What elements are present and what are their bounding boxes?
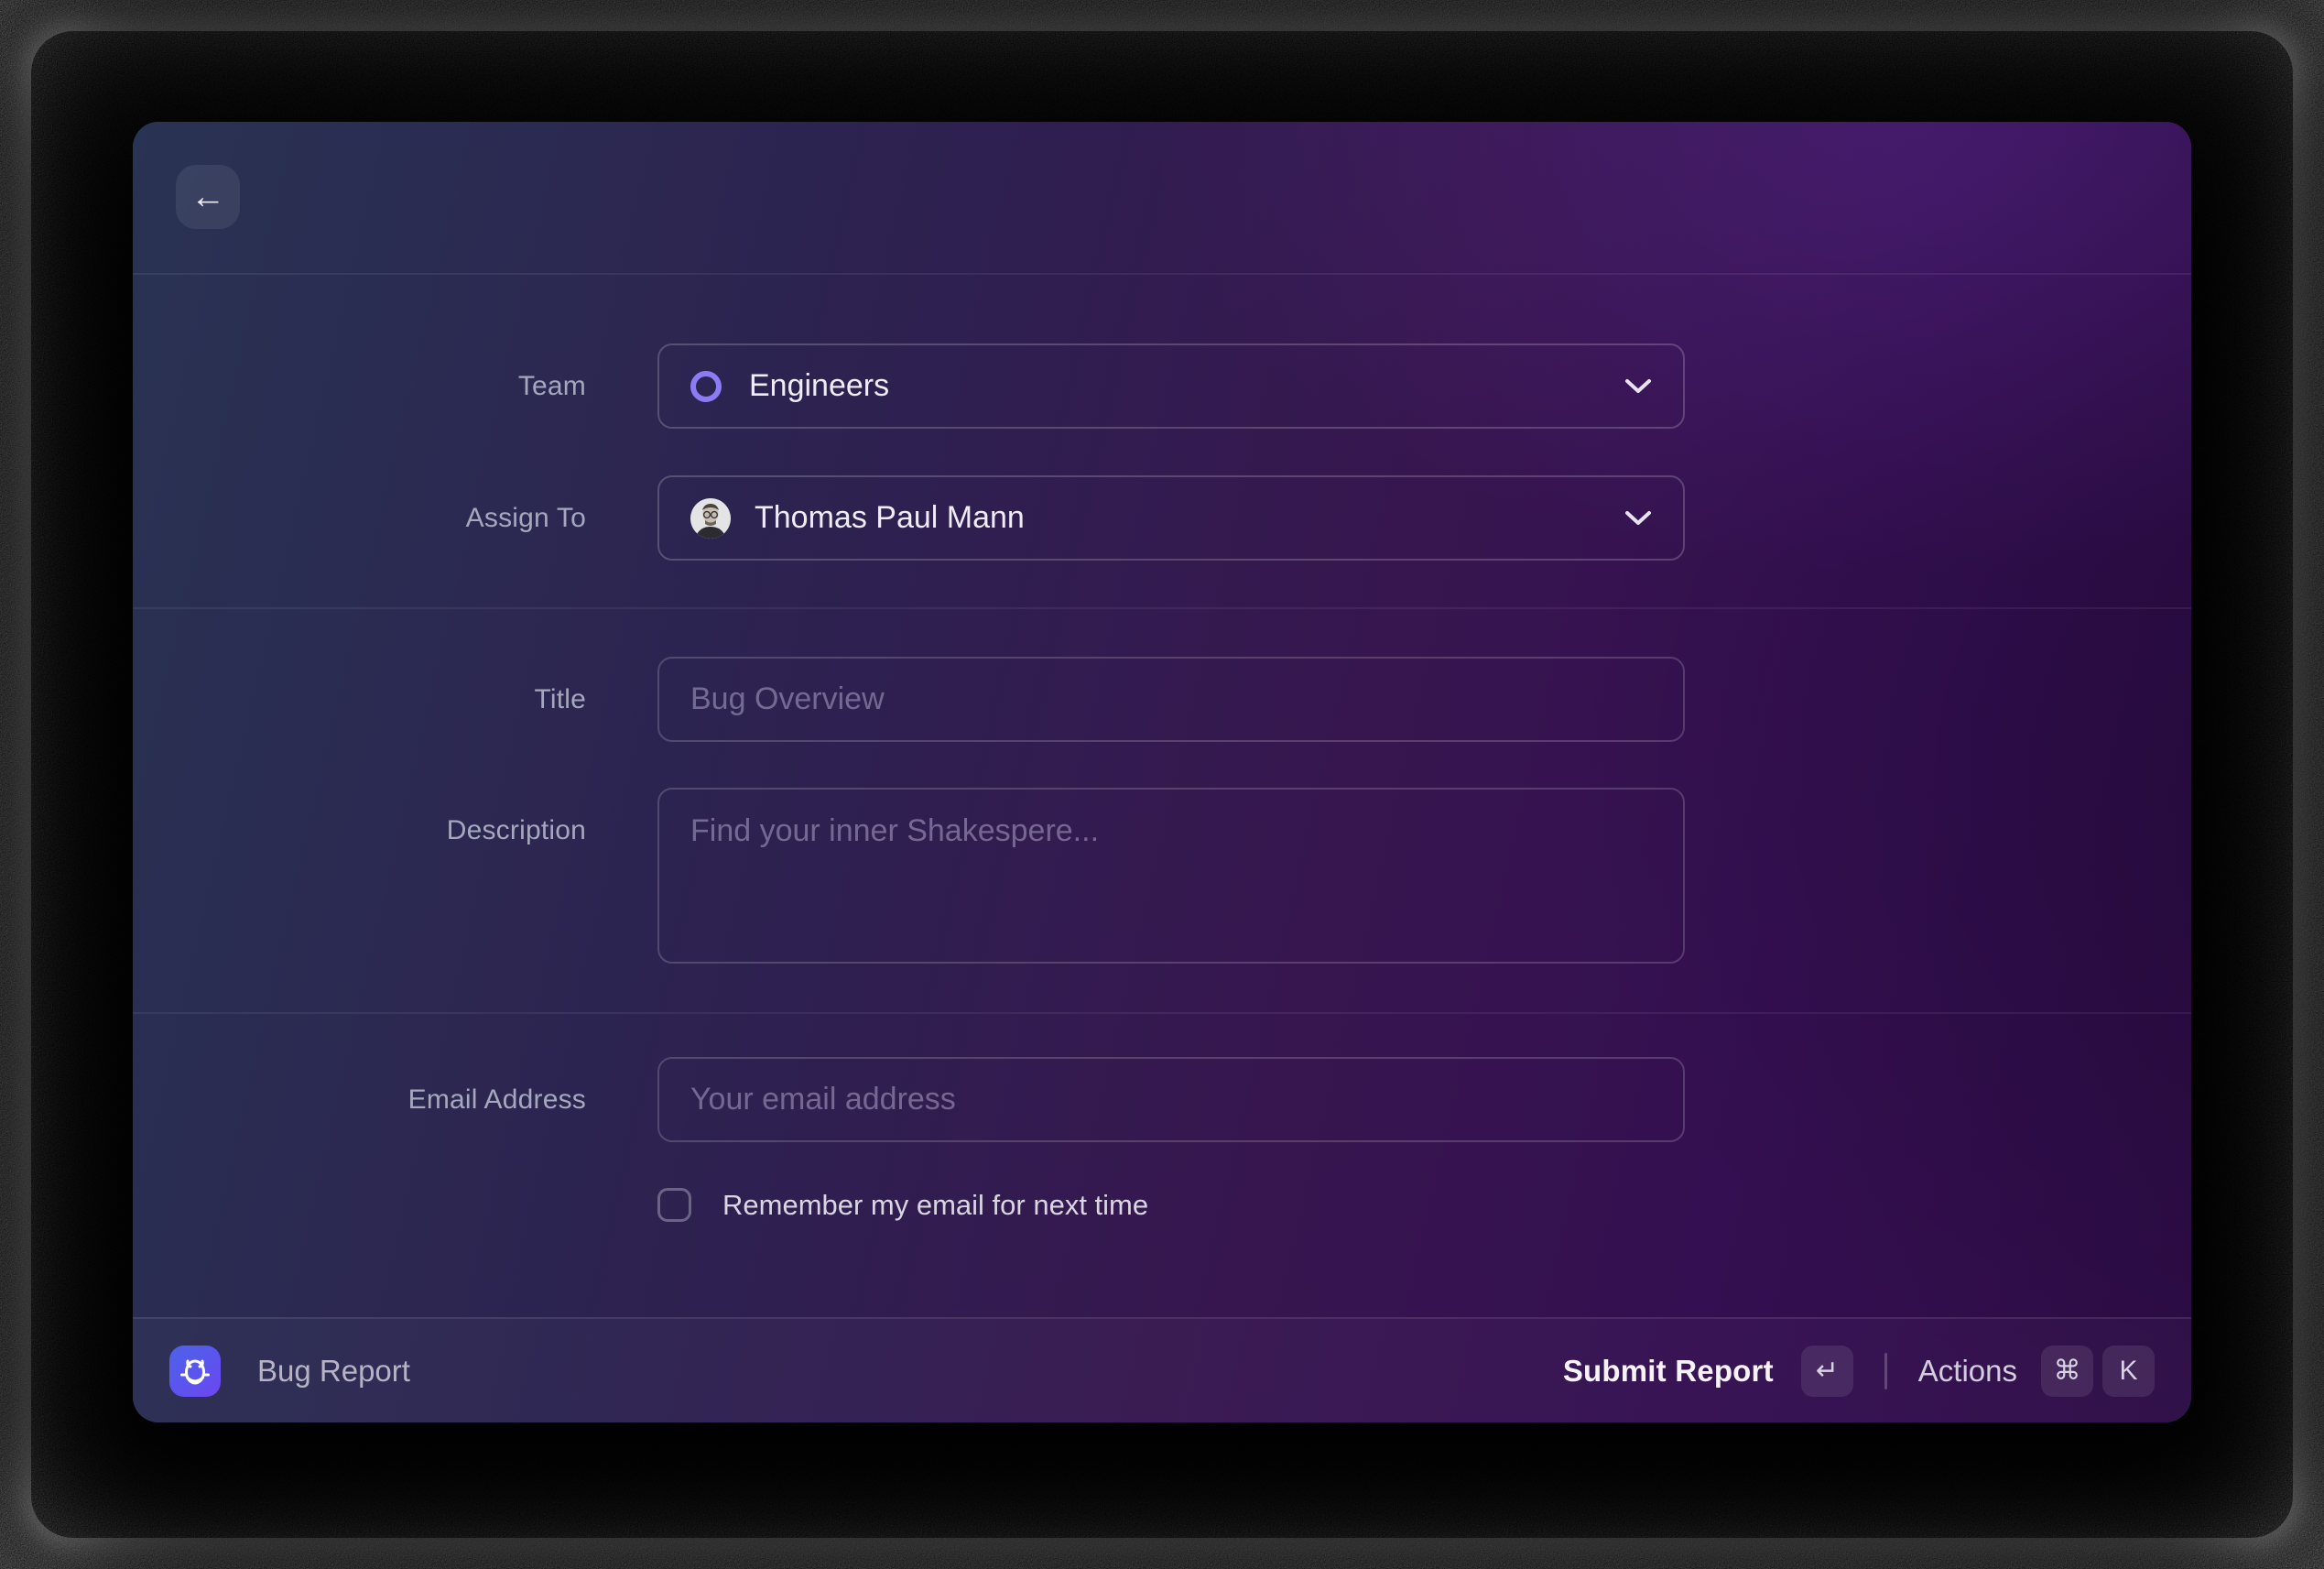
- bug-report-window: ← Team Engineers Assign To: [133, 122, 2191, 1422]
- title-label: Title: [133, 684, 586, 715]
- team-circle-icon: [690, 371, 722, 402]
- window-header: ←: [133, 122, 2191, 275]
- actions-label: Actions: [1918, 1354, 2017, 1389]
- canvas: ← Team Engineers Assign To: [0, 0, 2324, 1569]
- description-label: Description: [133, 788, 586, 846]
- team-row: Team Engineers: [133, 343, 2191, 429]
- remember-row: Remember my email for next time: [133, 1188, 2191, 1222]
- description-textarea[interactable]: [657, 788, 1685, 964]
- team-select[interactable]: Engineers: [657, 343, 1685, 429]
- actions-button[interactable]: Actions ⌘ K: [1918, 1346, 2155, 1397]
- assign-to-value: Thomas Paul Mann: [755, 500, 1025, 536]
- back-button[interactable]: ←: [176, 165, 240, 229]
- footer-divider: [1884, 1353, 1887, 1389]
- avatar: [690, 498, 731, 539]
- bug-icon: [177, 1353, 213, 1389]
- chevron-down-icon: [1624, 509, 1652, 528]
- enter-key-icon: ↵: [1801, 1346, 1853, 1397]
- command-name: Bug Report: [257, 1354, 410, 1389]
- assign-to-label: Assign To: [133, 503, 586, 534]
- assign-to-select[interactable]: Thomas Paul Mann: [657, 475, 1685, 561]
- back-arrow-icon: ←: [190, 178, 225, 217]
- chevron-down-icon: [1624, 377, 1652, 396]
- email-input[interactable]: [657, 1057, 1685, 1142]
- action-bar: Bug Report Submit Report ↵ Actions ⌘ K: [133, 1317, 2191, 1422]
- team-label: Team: [133, 371, 586, 402]
- submit-report-label: Submit Report: [1563, 1354, 1774, 1389]
- assign-row: Assign To Thomas Paul Mann: [133, 475, 2191, 561]
- submit-report-button[interactable]: Submit Report ↵: [1563, 1346, 1853, 1397]
- section-email: Email Address Remember my email for next…: [133, 1014, 2191, 1222]
- section-team: Team Engineers Assign To: [133, 275, 2191, 609]
- email-row: Email Address: [133, 1057, 2191, 1142]
- description-row: Description: [133, 788, 2191, 964]
- title-row: Title: [133, 657, 2191, 742]
- remember-checkbox[interactable]: [657, 1188, 691, 1222]
- bug-report-app-icon: [169, 1346, 221, 1397]
- section-details: Title Description: [133, 609, 2191, 1014]
- title-input[interactable]: [657, 657, 1685, 742]
- k-key: K: [2102, 1346, 2155, 1397]
- remember-label: Remember my email for next time: [722, 1189, 1148, 1222]
- team-value: Engineers: [749, 368, 889, 404]
- command-key-icon: ⌘: [2041, 1346, 2093, 1397]
- email-label: Email Address: [133, 1084, 586, 1116]
